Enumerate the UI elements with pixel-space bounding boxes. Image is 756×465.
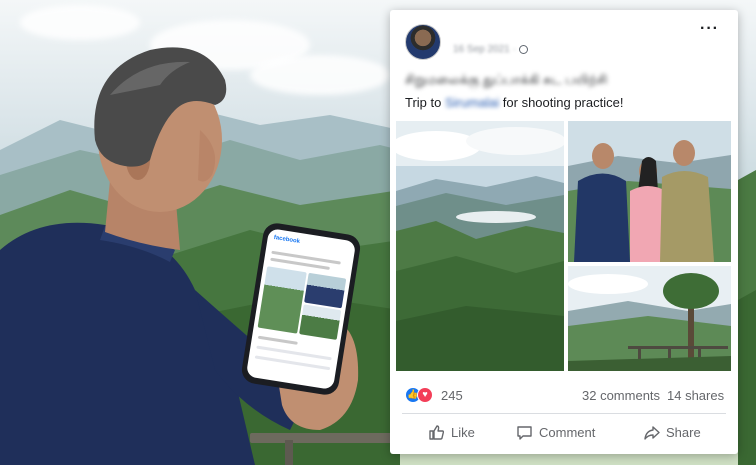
thumbs-up-icon [429,424,445,440]
divider [402,413,726,414]
post-caption: Trip to Sirumalai for shooting practice! [405,95,623,110]
phone-app-logo: facebook [273,234,301,245]
phone-photo [304,272,347,309]
facebook-post-card: 16 Sep 2021 · ··· சிறுமலைக்கு துப்பாக்கி… [390,10,738,454]
like-label: Like [451,424,475,440]
post-photo-viewpoint[interactable] [568,266,731,371]
post-caption-native: சிறுமலைக்கு துப்பாக்கி சுட பயிற்சி [405,72,608,87]
comment-button[interactable]: Comment [516,422,595,442]
avatar[interactable] [405,24,441,60]
globe-icon [519,45,528,54]
shares-count[interactable]: 14 shares [667,388,724,403]
phone-text-line [257,335,298,345]
like-button[interactable]: Like [428,422,475,442]
phone-screen: facebook [245,228,357,390]
share-label: Share [666,424,701,440]
caption-suffix: for shooting practice! [499,95,624,110]
post-date[interactable]: 16 Sep 2021 · [453,44,516,55]
post-photo-valley[interactable] [396,121,564,371]
comments-count[interactable]: 32 comments [582,388,660,403]
group-photo [568,121,731,262]
phone-photo [299,304,342,340]
post-photo-group[interactable] [568,121,731,262]
valley-photo [396,121,564,371]
share-button[interactable]: Share [643,422,701,442]
share-arrow-icon [644,425,660,440]
reaction-count: 245 [441,388,463,403]
heart-icon: ♥ [417,387,433,403]
phone-photo [257,266,307,334]
caption-prefix: Trip to [405,95,445,110]
comment-icon [517,425,532,440]
more-options-icon[interactable]: ··· [700,21,724,40]
comment-label: Comment [539,424,596,440]
viewpoint-photo [568,266,731,371]
caption-place[interactable]: Sirumalai [445,95,499,110]
